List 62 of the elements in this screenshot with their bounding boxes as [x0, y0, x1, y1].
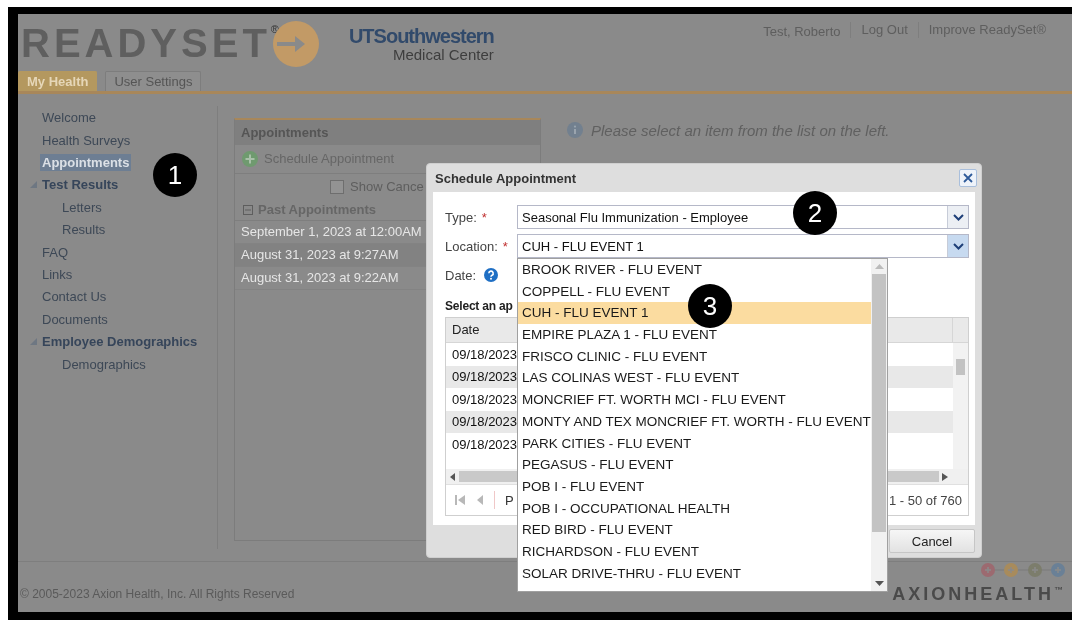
- sidebar-item[interactable]: Welcome: [40, 109, 98, 127]
- table-cell: 09/18/2023: [452, 369, 518, 385]
- org-subtitle: Medical Center: [392, 47, 494, 63]
- info-icon: [567, 122, 583, 139]
- dropdown-option[interactable]: MONTY AND TEX MONCRIEF FT. WORTH - FLU EVENT: [518, 410, 871, 433]
- arrow-circle-icon: [272, 21, 319, 67]
- sidebar-item[interactable]: Results: [60, 221, 108, 239]
- grid-caption: Select an ap: [445, 299, 513, 315]
- scrollbar[interactable]: [953, 343, 968, 469]
- axion-health-logo: AXIONHEALTH$^{™}$: [892, 583, 1066, 603]
- table-cell: 09/18/2023: [452, 414, 518, 430]
- first-page-icon[interactable]: [454, 494, 466, 506]
- dropdown-trigger[interactable]: [947, 206, 968, 228]
- dropdown-option[interactable]: POB I - FLU EVENT: [518, 475, 871, 498]
- sidebar-item[interactable]: Links: [40, 265, 75, 283]
- paging-summary: 1 - 50 of 760: [889, 492, 962, 508]
- close-icon: [963, 173, 973, 183]
- dropdown-option[interactable]: FRISCO CLINIC - FLU EVENT: [518, 345, 871, 368]
- table-cell: 09/18/2023: [452, 346, 518, 362]
- dropdown-option[interactable]: PARK CITIES - FLU EVENT: [518, 432, 871, 455]
- sidebar-item[interactable]: Health Surveys: [40, 131, 133, 149]
- sidebar-item[interactable]: Contact Us: [40, 288, 109, 306]
- sidebar-item[interactable]: Test Results: [40, 176, 121, 194]
- add-icon: [242, 150, 258, 167]
- paging-label: P: [505, 492, 514, 508]
- sidebar-item[interactable]: Employee Demographics: [40, 333, 200, 351]
- expanded-triangle-icon[interactable]: [30, 338, 37, 346]
- sidebar-item[interactable]: Demographics: [60, 355, 148, 373]
- sidebar-item[interactable]: Appointments: [40, 154, 132, 171]
- collapse-icon[interactable]: [243, 204, 253, 215]
- nav-tab[interactable]: User Settings: [105, 70, 202, 91]
- dialog-title: Schedule Appointment: [435, 170, 577, 186]
- dropdown-option[interactable]: POB I - OCCUPATIONAL HEALTH: [518, 497, 871, 520]
- org-name: UTSouthwestern: [348, 25, 494, 47]
- scroll-right-icon[interactable]: [942, 472, 948, 481]
- expanded-triangle-icon[interactable]: [30, 181, 37, 189]
- table-cell: 09/18/2023: [452, 391, 518, 407]
- sidebar-item[interactable]: Letters: [60, 198, 104, 216]
- dropdown-option[interactable]: RED BIRD - FLU EVENT: [518, 519, 871, 541]
- cancel-button[interactable]: Cancel: [889, 529, 975, 553]
- close-button[interactable]: [959, 169, 977, 187]
- dropdown-option[interactable]: LAS COLINAS WEST - FLU EVENT: [518, 367, 871, 390]
- dropdown-option[interactable]: MONCRIEF FT. WORTH MCI - FLU EVENT: [518, 389, 871, 411]
- dropdown-trigger[interactable]: [947, 235, 968, 257]
- select-field[interactable]: CUH - FLU EVENT 1: [517, 234, 969, 258]
- scroll-up-icon[interactable]: [874, 264, 884, 269]
- previous-page-icon[interactable]: [476, 494, 484, 506]
- sidebar-item[interactable]: Documents: [40, 310, 110, 328]
- chevron-down-icon: [952, 242, 964, 250]
- dropdown-option[interactable]: RICHARDSON - FLU EVENT: [518, 540, 871, 563]
- scroll-left-icon[interactable]: [450, 472, 456, 481]
- help-icon[interactable]: [484, 268, 499, 282]
- dropdown-option[interactable]: SOLAR DRIVE-THRU - FLU EVENT: [518, 562, 871, 585]
- nav-tab[interactable]: My Health: [18, 70, 98, 91]
- chevron-down-icon: [952, 213, 964, 221]
- dropdown-option[interactable]: PEGASUS - FLU EVENT: [518, 454, 871, 476]
- scrollbar[interactable]: [871, 259, 887, 591]
- sidebar-item[interactable]: FAQ: [40, 243, 70, 261]
- field-label: Date:: [445, 267, 477, 283]
- checkbox[interactable]: [330, 179, 344, 194]
- table-cell: 09/18/2023: [452, 436, 518, 452]
- scroll-down-icon[interactable]: [874, 581, 884, 586]
